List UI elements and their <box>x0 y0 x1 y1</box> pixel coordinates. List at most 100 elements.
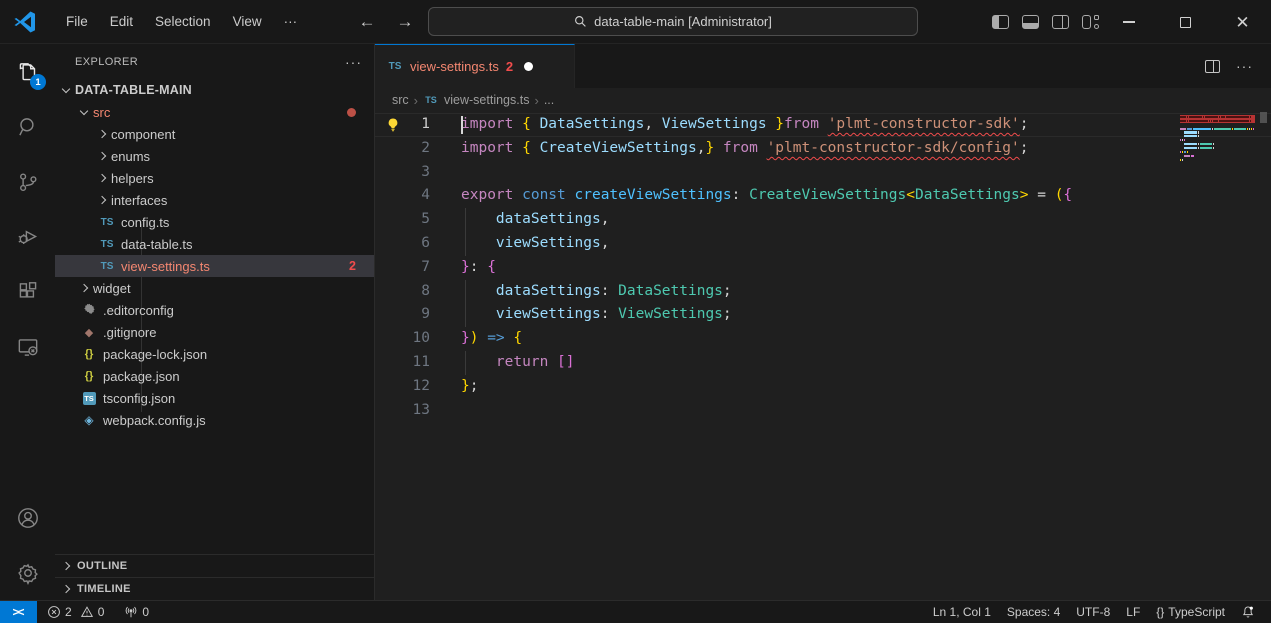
sidebar-item-source-control[interactable] <box>0 154 55 209</box>
code-token: ; <box>723 306 732 322</box>
menu-selection[interactable]: Selection <box>144 9 222 34</box>
accounts-button[interactable] <box>0 490 55 545</box>
code-line-6[interactable]: 6 viewSettings, <box>375 232 1271 256</box>
close-icon[interactable]: ✕ <box>1214 0 1271 44</box>
back-arrow-icon[interactable]: ← <box>355 12 379 32</box>
breadcrumb-folder[interactable]: src <box>392 93 409 107</box>
line-number: 11 <box>375 351 430 375</box>
timeline-section-header[interactable]: TIMELINE <box>55 577 374 600</box>
tree-item-component[interactable]: component <box>55 123 374 145</box>
remote-window-icon <box>15 334 41 360</box>
menu-[interactable]: ··· <box>273 9 309 34</box>
code-token: ; <box>1020 140 1029 156</box>
code-editor[interactable]: 1import { DataSettings, ViewSettings }fr… <box>375 112 1271 600</box>
minimap[interactable] <box>1180 115 1255 166</box>
command-center-search[interactable]: data-table-main [Administrator] <box>428 7 918 36</box>
code-token: 'plmt-constructor-sdk/config' <box>767 140 1020 156</box>
breadcrumb-file[interactable]: view-settings.ts <box>444 93 529 107</box>
language-mode[interactable]: {} TypeScript <box>1148 605 1233 619</box>
code-token: import <box>461 116 522 132</box>
code-line-10[interactable]: 10}) => { <box>375 327 1271 351</box>
code-line-5[interactable]: 5 dataSettings, <box>375 208 1271 232</box>
tree-item-label: .editorconfig <box>103 303 174 318</box>
encoding-status[interactable]: UTF-8 <box>1068 605 1118 619</box>
explorer-title: EXPLORER <box>75 56 138 68</box>
code-line-2[interactable]: 2import { CreateViewSettings,} from 'plm… <box>375 137 1271 161</box>
tree-item-data-table.ts[interactable]: TSdata-table.ts <box>55 233 374 255</box>
tree-item-webpack.config.js[interactable]: ◈webpack.config.js <box>55 409 374 431</box>
sidebar-item-explorer[interactable]: 1 <box>0 44 55 99</box>
tree-item-data-table-main[interactable]: DATA-TABLE-MAIN <box>55 79 374 101</box>
code-line-8[interactable]: 8 dataSettings: DataSettings; <box>375 280 1271 304</box>
code-line-3[interactable]: 3 <box>375 161 1271 185</box>
maximize-icon[interactable] <box>1157 0 1214 44</box>
tree-item-interfaces[interactable]: interfaces <box>55 189 374 211</box>
code-line-12[interactable]: 12}; <box>375 375 1271 399</box>
notifications-button[interactable] <box>1233 605 1263 619</box>
cursor-position[interactable]: Ln 1, Col 1 <box>925 605 999 619</box>
code-line-13[interactable]: 13 <box>375 399 1271 423</box>
ports-status[interactable]: 0 <box>118 605 155 619</box>
code-line-4[interactable]: 4export const createViewSettings: Create… <box>375 184 1271 208</box>
split-editor-icon[interactable] <box>1205 60 1220 73</box>
code-token: } <box>461 378 470 394</box>
lightbulb-icon[interactable] <box>385 117 401 133</box>
remote-indicator[interactable]: >< <box>0 601 37 623</box>
tree-item-.gitignore[interactable]: ◆.gitignore <box>55 321 374 343</box>
ts-file-icon: TS <box>423 95 439 105</box>
code-line-7[interactable]: 7}: { <box>375 256 1271 280</box>
tree-item-config.ts[interactable]: TSconfig.ts <box>55 211 374 233</box>
code-token: import <box>461 140 522 156</box>
tree-item-package-lock.json[interactable]: {}package-lock.json <box>55 343 374 365</box>
code-line-1[interactable]: 1import { DataSettings, ViewSettings }fr… <box>375 113 1271 137</box>
toggle-panel-icon[interactable] <box>1022 15 1039 29</box>
explorer-more-actions-icon[interactable]: ··· <box>345 54 362 70</box>
tree-item-enums[interactable]: enums <box>55 145 374 167</box>
sidebar-item-remote-explorer[interactable] <box>0 319 55 374</box>
code-line-11[interactable]: 11 return [] <box>375 351 1271 375</box>
manage-button[interactable] <box>0 545 55 600</box>
menu-view[interactable]: View <box>222 9 273 34</box>
menu-file[interactable]: File <box>55 9 99 34</box>
outline-section-header[interactable]: OUTLINE <box>55 554 374 577</box>
tree-item-package.json[interactable]: {}package.json <box>55 365 374 387</box>
sidebar-item-extensions[interactable] <box>0 264 55 319</box>
breadcrumb-symbol[interactable]: ... <box>544 93 554 107</box>
dirty-indicator-icon[interactable] <box>524 62 533 71</box>
tree-item-.editorconfig[interactable]: .editorconfig <box>55 299 374 321</box>
chevron-right-icon <box>98 196 106 204</box>
eol-status[interactable]: LF <box>1118 605 1148 619</box>
tree-item-src[interactable]: src <box>55 101 374 123</box>
sidebar-item-run-debug[interactable] <box>0 209 55 264</box>
tab-view-settings[interactable]: TS view-settings.ts 2 <box>375 44 575 88</box>
tree-item-helpers[interactable]: helpers <box>55 167 374 189</box>
indentation-status[interactable]: Spaces: 4 <box>999 605 1068 619</box>
forward-arrow-icon[interactable]: → <box>393 12 417 32</box>
code-token: from <box>784 116 828 132</box>
tree-item-widget[interactable]: widget <box>55 277 374 299</box>
explorer-badge: 1 <box>30 74 46 90</box>
overview-ruler[interactable] <box>1257 112 1271 600</box>
error-count: 2 <box>65 605 72 619</box>
problems-status[interactable]: 2 0 <box>41 605 110 619</box>
code-line-9[interactable]: 9 viewSettings: ViewSettings; <box>375 303 1271 327</box>
indent-guide <box>465 280 466 304</box>
menu-edit[interactable]: Edit <box>99 9 144 34</box>
line-content: return [] <box>430 351 575 375</box>
more-actions-icon[interactable]: ··· <box>1236 58 1253 74</box>
tree-item-tsconfig.json[interactable]: TStsconfig.json <box>55 387 374 409</box>
toggle-primary-sidebar-icon[interactable] <box>992 15 1009 29</box>
toggle-secondary-sidebar-icon[interactable] <box>1052 15 1069 29</box>
minimize-icon[interactable] <box>1100 0 1157 44</box>
timeline-label: TIMELINE <box>77 583 131 595</box>
code-token: : <box>601 306 618 322</box>
customize-layout-icon[interactable] <box>1082 15 1099 29</box>
sidebar-item-search[interactable] <box>0 99 55 154</box>
tree-item-label: package-lock.json <box>103 347 207 362</box>
code-token: { <box>513 330 522 346</box>
line-content: }; <box>430 375 478 399</box>
chevron-down-icon <box>62 84 70 92</box>
line-number: 3 <box>375 161 430 185</box>
tree-item-view-settings.ts[interactable]: TSview-settings.ts2 <box>55 255 374 277</box>
code-token: const <box>522 187 574 203</box>
